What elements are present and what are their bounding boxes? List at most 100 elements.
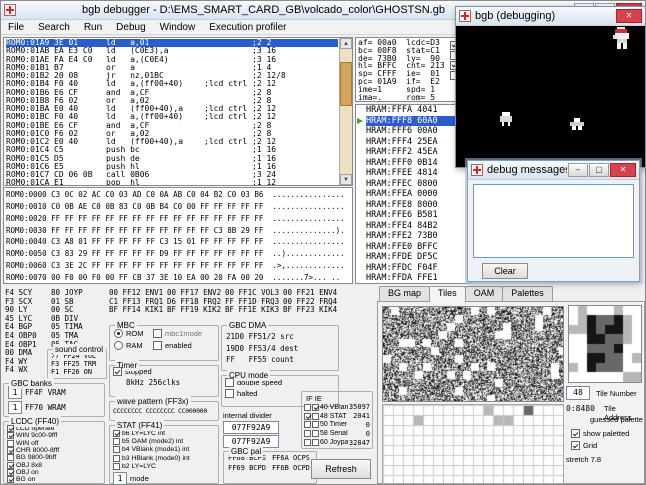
stack-row[interactable]: HRAM:FFF6 00A0 <box>356 126 470 137</box>
ie-50-timer-checkbox[interactable] <box>312 421 319 428</box>
disasm-line[interactable]: ROM0:01A93E 01ld a,01;2 2 <box>6 39 338 47</box>
stack-row[interactable]: HRAM:FFF0 0B14 <box>356 158 470 169</box>
grid-checkbox[interactable] <box>571 441 580 450</box>
stack-row[interactable]: HRAM:FFE6 B581 <box>356 210 470 221</box>
debug-messages-list[interactable] <box>473 184 634 258</box>
stack-row[interactable]: HRAM:FFF4 25EA <box>356 137 470 148</box>
disasm-line[interactable]: ROM0:01B6E6 CFand a,CF;2 8 <box>6 89 338 97</box>
halted-checkbox[interactable] <box>225 389 234 398</box>
stat-b5-oam-mode2-int-checkbox[interactable] <box>113 438 120 445</box>
menu-item-execution-profiler[interactable]: Execution profiler <box>202 22 293 33</box>
tab-oam[interactable]: OAM <box>465 286 504 301</box>
hexdump-row[interactable]: ROM0:0070 00 F0 00 F0 00 FF CB 37 3E 10 … <box>6 272 352 284</box>
hexdump-row[interactable]: ROM0:0030 FF FF FF FF FF FF FF FF FF FF … <box>6 225 352 237</box>
if-58-serial-checkbox[interactable] <box>304 430 311 437</box>
hexdump-row[interactable]: ROM0:0020 FF FF FF FF FF FF FF FF FF FF … <box>6 213 352 225</box>
lcdc-obj-on-checkbox[interactable] <box>7 469 14 476</box>
disasm-line[interactable]: ROM0:01C5D5push de;1 16 <box>6 155 338 163</box>
ie-40-vblank-checkbox[interactable] <box>312 404 319 411</box>
disasm-line[interactable]: ROM0:01BEE6 CFand a,CF;2 8 <box>6 122 338 130</box>
menu-item-window[interactable]: Window <box>153 22 203 33</box>
debug-maximize-button[interactable]: ▢ <box>589 163 609 177</box>
stack-row[interactable]: HRAM:FFDE DF5C <box>356 252 470 263</box>
lcdc-bg-on-checkbox[interactable] <box>7 476 14 483</box>
stack-row[interactable]: HRAM:FFE0 BFFC <box>356 242 470 253</box>
stack-row[interactable]: HRAM:FFE4 84B2 <box>356 221 470 232</box>
disasm-line[interactable]: ROM0:01C4C5push bc;1 16 <box>6 146 338 154</box>
stack-row[interactable]: HRAM:FFEE 4814 <box>356 168 470 179</box>
disasm-line[interactable]: ROM0:01B8F6 02or a,02;2 8 <box>6 97 338 105</box>
stack-row[interactable]: HRAM:FFE2 73B0 <box>356 231 470 242</box>
disasm-line[interactable]: ROM0:01C2E0 40ld (ff00+40),a;lcd ctrl;2 … <box>6 138 338 146</box>
lcdc-win-off-checkbox[interactable] <box>7 440 14 447</box>
disasm-line[interactable]: ROM0:01CAE1pop hl;1 12 <box>6 179 338 185</box>
bank-value-box[interactable]: 1 <box>8 401 22 414</box>
disasm-line[interactable]: ROM0:01B4F0 40ld a,(ff00+40);lcd ctrl;2 … <box>6 80 338 88</box>
debug-close-button[interactable]: ✕ <box>610 163 636 177</box>
disasm-line[interactable]: ROM0:01C7CD 06 0Bcall 0B06;3 24 <box>6 171 338 179</box>
hexdump-row[interactable]: ROM0:0000 C3 0C 02 AC C0 03 AD C0 0A AB … <box>6 189 352 201</box>
menu-item-search[interactable]: Search <box>31 22 77 33</box>
stack-row[interactable]: HRAM:FFE8 8000 <box>356 200 470 211</box>
stat-b2-ly-lyc-checkbox[interactable] <box>113 463 120 470</box>
if-48-stat-checkbox[interactable] <box>304 413 311 420</box>
clear-button[interactable]: Clear <box>482 263 528 279</box>
hexdump-row[interactable]: ROM0:0060 C3 3E 2C FF FF FF FF FF FF FF … <box>6 260 352 272</box>
disassembly-scrollbar[interactable]: ▲ ▼ <box>339 38 352 185</box>
disasm-line[interactable]: ROM0:01BAE0 40ld (ff00+40),a;lcd ctrl;2 … <box>6 105 338 113</box>
stat-b3-hblank-mode0-int-checkbox[interactable] <box>113 455 120 462</box>
debug-titlebar[interactable]: debug messages – ▢ ✕ <box>468 161 639 180</box>
disasm-line[interactable]: ROM0:01B1B7or a;1 4 <box>6 64 338 72</box>
stack-row[interactable]: HRAM:FFFA 4041 <box>356 105 470 116</box>
tab-palettes[interactable]: Palettes <box>502 286 553 301</box>
lcdc-lcd-operate-checkbox[interactable] <box>7 425 14 432</box>
game-close-button[interactable]: ✕ <box>616 9 642 23</box>
lcdc-chr-8000-8fff-checkbox[interactable] <box>7 447 14 454</box>
menu-item-debug[interactable]: Debug <box>109 22 152 33</box>
stack-row[interactable]: HRAM:FFDC F04F <box>356 263 470 274</box>
stack-row[interactable]: HRAM:FFDA FFE1 <box>356 273 470 284</box>
scroll-down-icon[interactable]: ▼ <box>340 174 352 185</box>
disasm-line[interactable]: ROM0:01BCF0 40ld a,(ff00+40);lcd ctrl;2 … <box>6 113 338 121</box>
lcdc-win-9c00-9fff-checkbox[interactable] <box>7 432 14 439</box>
lcdc-bg-9800-9bff-checkbox[interactable] <box>7 454 14 461</box>
mbc1mode-checkbox[interactable] <box>153 329 162 338</box>
lcdc-obj-8x8-checkbox[interactable] <box>7 462 14 469</box>
scroll-up-icon[interactable]: ▲ <box>340 38 352 49</box>
disasm-line[interactable]: ROM0:01ABEA E3 C0ld (C0E3),a;3 16 <box>6 47 338 55</box>
menu-item-file[interactable]: File <box>1 22 31 33</box>
stat-b4-vblank-mode1-int-checkbox[interactable] <box>113 446 120 453</box>
show-paletted-checkbox[interactable] <box>571 429 580 438</box>
game-titlebar[interactable]: bgb (debugging) ✕ <box>456 7 645 26</box>
ie-48-stat-checkbox[interactable] <box>312 413 319 420</box>
stack-row[interactable]: HRAM:FFF2 45EA <box>356 147 470 158</box>
ie-58-serial-checkbox[interactable] <box>312 430 319 437</box>
mbc-enabled-checkbox[interactable] <box>153 341 162 350</box>
hexdump-row[interactable]: ROM0:0040 C3 A8 01 FF FF FF FF FF C3 15 … <box>6 236 352 248</box>
disasm-line[interactable]: ROM0:01B220 08jr nz,01BC;2 12/8 <box>6 72 338 80</box>
hexdump-row[interactable]: ROM0:0050 C3 83 29 FF FF FF FF FF D9 FF … <box>6 248 352 260</box>
double-speed-checkbox[interactable] <box>225 378 234 387</box>
stack-row[interactable]: HRAM:FFEA 0000 <box>356 189 470 200</box>
disasm-line[interactable]: ROM0:01AEFA E4 C0ld a,(C0E4);3 16 <box>6 56 338 64</box>
ie-60-joypad-checkbox[interactable] <box>312 439 319 446</box>
timer-stopped-checkbox[interactable] <box>113 367 122 376</box>
disasm-line[interactable]: ROM0:01C0F6 02or a,02;2 8 <box>6 130 338 138</box>
tab-tiles[interactable]: Tiles <box>429 286 466 302</box>
mbc-ram-radio[interactable] <box>114 341 123 350</box>
mbc-rom-radio[interactable] <box>114 329 123 338</box>
disasm-line[interactable]: ROM0:01C6E5push hl;1 16 <box>6 163 338 171</box>
scrollbar-thumb[interactable] <box>340 62 352 106</box>
debug-minimize-button[interactable]: – <box>568 163 588 177</box>
stack-row[interactable]: HRAM:FFF8 60A0 <box>356 116 470 127</box>
stack-row[interactable]: HRAM:FFEC 0800 <box>356 179 470 190</box>
if-50-timer-checkbox[interactable] <box>304 421 311 428</box>
tile-number-input[interactable]: 48 <box>566 386 590 400</box>
if-60-joypad-checkbox[interactable] <box>304 439 311 446</box>
stat-b6-ly-lyc-int-checkbox[interactable] <box>113 430 120 437</box>
tileset-canvas[interactable] <box>382 306 564 402</box>
hexdump-row[interactable]: ROM0:0010 C0 0B AE C0 0B 83 C0 0B B4 C0 … <box>6 201 352 213</box>
if-40-vblank-checkbox[interactable] <box>304 404 311 411</box>
tilemap-grid-canvas[interactable] <box>382 404 564 484</box>
menu-item-run[interactable]: Run <box>77 22 109 33</box>
